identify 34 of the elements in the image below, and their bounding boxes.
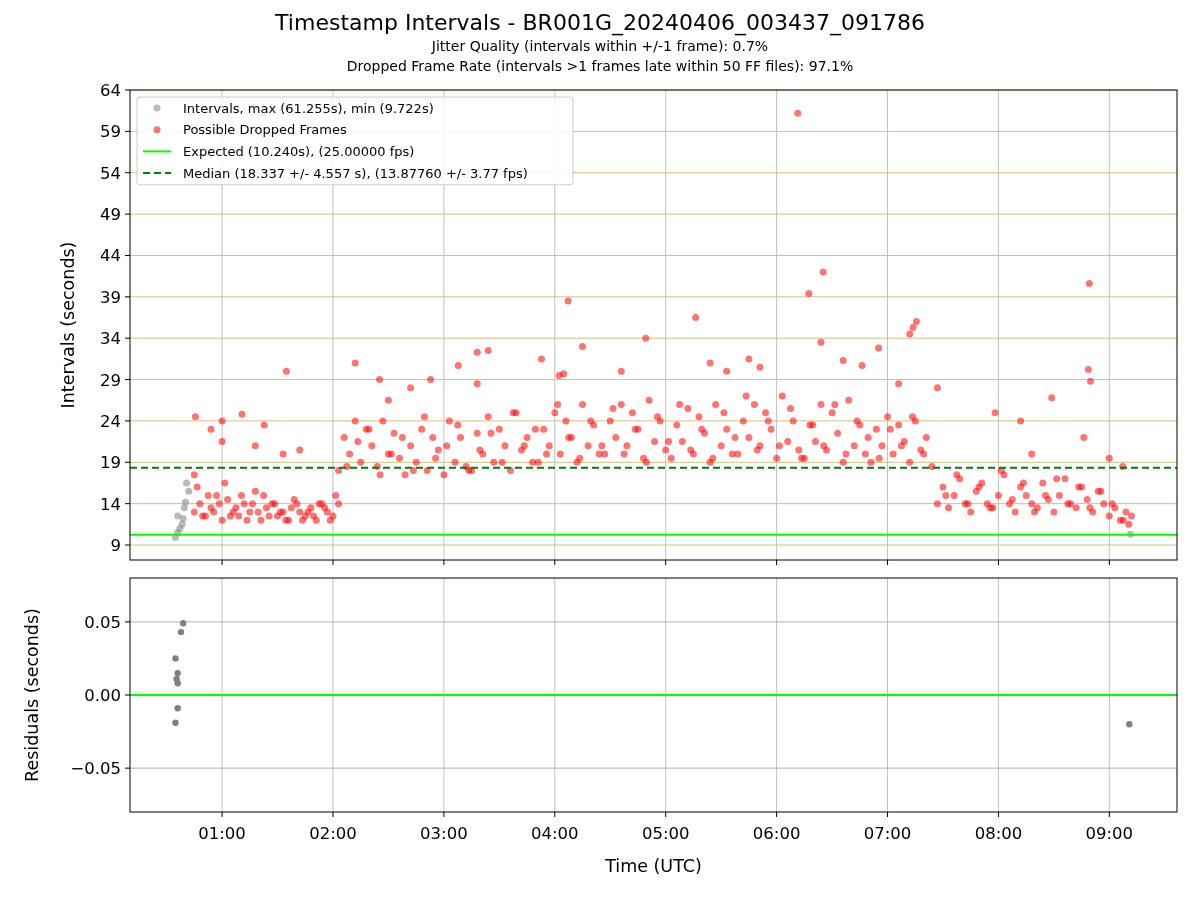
tick-label: 39 bbox=[100, 287, 121, 307]
tick-label: 07:00 bbox=[863, 824, 912, 843]
tick-label: 29 bbox=[100, 370, 121, 390]
tick-label: 54 bbox=[100, 163, 121, 183]
tick-label: 09:00 bbox=[1085, 824, 1134, 843]
tick-label: 06:00 bbox=[752, 824, 801, 843]
tick-label: 02:00 bbox=[309, 824, 357, 843]
legend-label: Median (18.337 +/- 4.557 s), (13.87760 +/- 3.77 fps) bbox=[183, 165, 528, 181]
legend-label: Intervals, max (61.255s), min (9.722s) bbox=[183, 100, 434, 116]
tick-label: 49 bbox=[100, 205, 121, 225]
tick-label: 03:00 bbox=[420, 824, 468, 843]
tick-label: 24 bbox=[100, 411, 121, 431]
chart-subtitle: Dropped Frame Rate (intervals >1 frames late within 50 FF files): 97.1% bbox=[346, 57, 854, 76]
tick-label: 01:00 bbox=[198, 824, 246, 843]
chart-subtitle: Jitter Quality (intervals within +/-1 frame): 0.7% bbox=[431, 37, 769, 56]
tick-label: 9 bbox=[110, 536, 121, 556]
tick-label: 14 bbox=[100, 494, 121, 514]
tick-label: 34 bbox=[100, 329, 121, 349]
legend-label: Possible Dropped Frames bbox=[183, 122, 347, 138]
axis-title: Residuals (seconds) bbox=[22, 608, 42, 782]
tick-label: 0.00 bbox=[84, 686, 121, 705]
chart-title: Timestamp Intervals - BR001G_20240406_003437_091786 bbox=[275, 10, 925, 36]
tick-label: 44 bbox=[100, 246, 121, 266]
tick-label: 59 bbox=[100, 122, 121, 142]
tick-label: 19 bbox=[100, 453, 121, 473]
tick-label: 05:00 bbox=[641, 824, 690, 843]
axis-title: Intervals (seconds) bbox=[58, 241, 78, 409]
tick-label: −0.05 bbox=[70, 759, 121, 779]
legend-label: Expected (10.240s), (25.00000 fps) bbox=[183, 143, 415, 159]
tick-label: 04:00 bbox=[531, 824, 579, 843]
axis-title: Time (UTC) bbox=[605, 856, 702, 876]
tick-label: 0.05 bbox=[84, 612, 121, 632]
tick-label: 08:00 bbox=[974, 824, 1023, 843]
tick-label: 64 bbox=[100, 81, 121, 100]
